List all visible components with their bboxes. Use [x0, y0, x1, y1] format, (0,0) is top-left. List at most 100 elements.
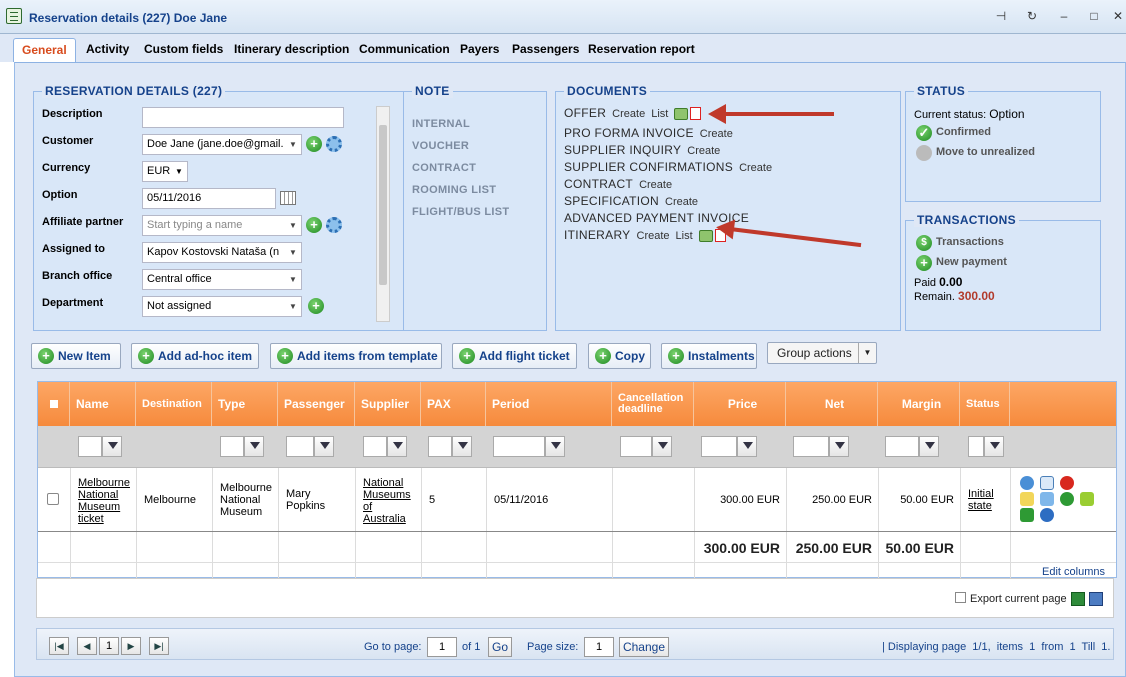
col-net[interactable]: Net — [786, 382, 878, 426]
page-number-button[interactable]: 1 — [99, 637, 119, 655]
filter-margin-input[interactable] — [885, 436, 919, 457]
info-icon[interactable] — [1040, 508, 1054, 522]
filter-type-input[interactable] — [220, 436, 244, 457]
prev-page-icon[interactable]: ◀ — [77, 637, 97, 655]
add-flight-ticket-button[interactable]: + Add flight ticket — [452, 343, 577, 369]
minimize-icon[interactable]: – — [1056, 9, 1072, 23]
add-department-icon[interactable]: + — [308, 298, 324, 314]
select-all-checkbox[interactable] — [38, 382, 70, 426]
email-icon[interactable] — [698, 229, 713, 242]
offer-create-link[interactable]: Create — [612, 108, 645, 120]
go-button[interactable]: Go — [488, 637, 512, 657]
tab-general[interactable]: General — [13, 38, 76, 62]
edit-icon[interactable] — [1020, 492, 1034, 506]
chevron-down-icon[interactable]: ▼ — [285, 243, 301, 262]
note-contract-link[interactable]: CONTRACT — [412, 162, 476, 174]
email-icon[interactable] — [674, 107, 689, 120]
change-button[interactable]: Change — [619, 637, 669, 657]
filter-icon[interactable] — [387, 436, 407, 457]
pin-icon[interactable]: ⊣ — [993, 9, 1009, 23]
add-items-from-template-button[interactable]: + Add items from template — [270, 343, 442, 369]
filter-icon[interactable] — [314, 436, 334, 457]
specification-create-link[interactable]: Create — [665, 196, 698, 208]
itinerary-create-link[interactable]: Create — [637, 230, 670, 242]
col-price[interactable]: Price — [694, 382, 786, 426]
affiliate-partner-combo[interactable]: Start typing a name ▼ — [142, 215, 302, 236]
scrollbar-thumb[interactable] — [379, 125, 387, 285]
group-actions-dropdown[interactable]: Group actions ▼ — [767, 342, 877, 364]
contract-create-link[interactable]: Create — [639, 179, 672, 191]
calendar-icon[interactable] — [280, 191, 296, 205]
scrollbar[interactable] — [376, 106, 390, 322]
col-type[interactable]: Type — [212, 382, 278, 426]
filter-passenger-input[interactable] — [286, 436, 314, 457]
offer-list-link[interactable]: List — [651, 108, 668, 120]
filter-price-input[interactable] — [701, 436, 737, 457]
row-checkbox[interactable] — [47, 493, 59, 505]
goto-page-input[interactable]: 1 — [427, 637, 457, 657]
col-name[interactable]: Name — [70, 382, 136, 426]
add-subitem-icon[interactable] — [1020, 508, 1034, 522]
assigned-to-combo[interactable]: Kapov Kostovski Nataša (n ▼ — [142, 242, 302, 263]
add-payment-icon[interactable]: + — [916, 255, 932, 271]
tab-passengers[interactable]: Passengers — [504, 38, 587, 62]
add-customer-icon[interactable]: + — [306, 136, 322, 152]
add-adhoc-item-button[interactable]: + Add ad-hoc item — [131, 343, 259, 369]
note-voucher-link[interactable]: VOUCHER — [412, 140, 469, 152]
customer-settings-gear-icon[interactable] — [326, 136, 342, 152]
description-input[interactable] — [142, 107, 344, 128]
row-name-link[interactable]: Melbourne National Museum ticket — [78, 477, 134, 525]
move-to-unrealized-link[interactable]: Move to unrealized — [936, 146, 1035, 158]
affiliate-settings-gear-icon[interactable] — [326, 217, 342, 233]
tab-communication[interactable]: Communication — [351, 38, 458, 62]
customer-combo[interactable]: Doe Jane (jane.doe@gmail. ▼ — [142, 134, 302, 155]
chevron-down-icon[interactable]: ▼ — [858, 343, 876, 363]
filter-icon[interactable] — [102, 436, 122, 457]
check-icon[interactable]: ✓ — [916, 125, 932, 141]
currency-select[interactable]: EUR ▼ — [142, 161, 188, 182]
col-cancellation-deadline[interactable]: Cancellation deadline — [612, 382, 694, 426]
table-row[interactable]: Melbourne National Museum ticket Melbour… — [38, 468, 1116, 532]
col-period[interactable]: Period — [486, 382, 612, 426]
move-icon[interactable] — [1080, 492, 1094, 506]
filter-icon[interactable] — [829, 436, 849, 457]
copy-icon[interactable] — [1040, 492, 1054, 506]
col-supplier[interactable]: Supplier — [355, 382, 421, 426]
col-margin[interactable]: Margin — [878, 382, 960, 426]
word-export-icon[interactable] — [1089, 592, 1103, 606]
supplier-inquiry-create-link[interactable]: Create — [687, 145, 720, 157]
dollar-icon[interactable]: $ — [916, 235, 932, 251]
chevron-down-icon[interactable]: ▼ — [285, 135, 301, 154]
filter-icon[interactable] — [244, 436, 264, 457]
chevron-down-icon[interactable]: ▼ — [285, 297, 301, 316]
filter-name-input[interactable] — [78, 436, 102, 457]
copy-button[interactable]: + Copy — [588, 343, 651, 369]
close-icon[interactable]: ✕ — [1110, 9, 1126, 23]
col-destination[interactable]: Destination — [136, 382, 212, 426]
itinerary-list-link[interactable]: List — [676, 230, 693, 242]
chevron-down-icon[interactable]: ▼ — [285, 270, 301, 289]
add-icon[interactable] — [1060, 492, 1074, 506]
filter-icon[interactable] — [737, 436, 757, 457]
instalments-button[interactable]: + Instalments — [661, 343, 757, 369]
supplier-confirmations-create-link[interactable]: Create — [739, 162, 772, 174]
refresh-icon[interactable]: ↻ — [1024, 9, 1040, 23]
page-size-input[interactable]: 1 — [584, 637, 614, 657]
filter-pax-input[interactable] — [428, 436, 452, 457]
note-rooming-list-link[interactable]: ROOMING LIST — [412, 184, 496, 196]
new-item-button[interactable]: + New Item — [31, 343, 121, 369]
last-page-icon[interactable]: ▶| — [149, 637, 169, 655]
first-page-icon[interactable]: |◀ — [49, 637, 69, 655]
filter-icon[interactable] — [452, 436, 472, 457]
branch-office-combo[interactable]: Central office ▼ — [142, 269, 302, 290]
chevron-down-icon[interactable]: ▼ — [285, 216, 301, 235]
row-status-link[interactable]: Initial state — [968, 488, 1004, 512]
filter-net-input[interactable] — [793, 436, 829, 457]
tab-payers[interactable]: Payers — [452, 38, 507, 62]
move-icon[interactable] — [916, 145, 932, 161]
document-icon[interactable] — [1040, 476, 1054, 490]
option-date-input[interactable]: 05/11/2016 — [142, 188, 276, 209]
tab-reservation-report[interactable]: Reservation report — [580, 38, 703, 62]
filter-icon[interactable] — [545, 436, 565, 457]
transactions-link[interactable]: Transactions — [936, 236, 1004, 248]
